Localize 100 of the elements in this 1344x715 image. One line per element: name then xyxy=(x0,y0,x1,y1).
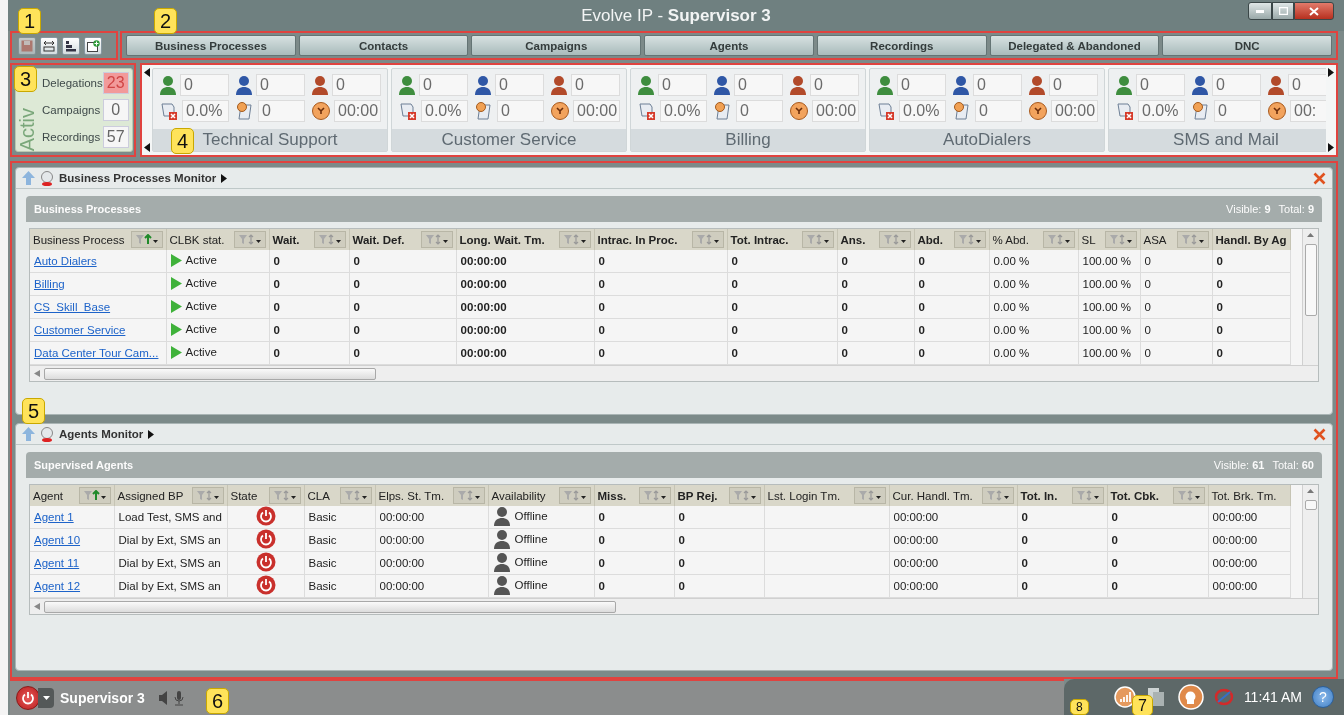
table-cell: 0 xyxy=(1212,341,1290,365)
filter-sort-button[interactable] xyxy=(233,231,266,248)
group-title: Business Processes xyxy=(34,203,142,215)
up-arrow-icon[interactable] xyxy=(22,427,35,441)
active-item-label[interactable]: Campaigns xyxy=(42,104,101,116)
table-cell: Basic xyxy=(304,574,375,598)
up-arrow-icon[interactable] xyxy=(22,171,35,185)
filter-sort-button[interactable] xyxy=(853,487,886,504)
queue-stat: 0 xyxy=(571,74,620,96)
busy-agent-icon xyxy=(1191,75,1209,95)
tab[interactable]: DNC xyxy=(1162,35,1333,56)
filter-sort-button[interactable] xyxy=(981,487,1014,504)
filter-sort-button[interactable] xyxy=(452,487,485,504)
toolbar-button[interactable] xyxy=(84,36,102,55)
away-agent-icon xyxy=(1028,75,1046,95)
active-item-label[interactable]: Delegations xyxy=(42,76,103,89)
filter-sort-button[interactable] xyxy=(313,231,346,248)
close-icon[interactable] xyxy=(1313,171,1326,185)
tab[interactable]: Agents xyxy=(644,35,814,56)
callout-badge: 6 xyxy=(206,688,230,714)
dropdown-button[interactable] xyxy=(38,688,54,708)
filter-sort-button[interactable] xyxy=(1042,231,1075,248)
vertical-scrollbar[interactable] xyxy=(1302,229,1318,365)
table-cell: 00:00:00 xyxy=(889,506,1017,529)
microphone-icon[interactable] xyxy=(173,690,184,706)
queue-stat: 0 xyxy=(332,74,381,96)
toolbar-button[interactable] xyxy=(40,36,58,55)
queue-stat: 0 xyxy=(975,100,1022,122)
tab[interactable]: Business Processes xyxy=(126,35,296,56)
table-link[interactable]: Data Center Tour Cam... xyxy=(34,347,159,359)
table-cell: 0 xyxy=(914,272,989,296)
filter-sort-button[interactable] xyxy=(339,487,372,504)
expand-arrow-icon[interactable] xyxy=(221,173,228,183)
close-button[interactable] xyxy=(1294,2,1334,20)
filter-sort-button[interactable] xyxy=(558,487,591,504)
horizontal-scrollbar[interactable] xyxy=(30,598,1318,614)
scroll-left-icon[interactable] xyxy=(144,143,150,152)
scroll-thumb[interactable] xyxy=(44,367,376,380)
scroll-thumb[interactable] xyxy=(1304,244,1317,316)
power-button[interactable] xyxy=(16,686,40,710)
scroll-thumb[interactable] xyxy=(1304,500,1317,510)
maximize-button[interactable] xyxy=(1272,2,1294,20)
tab[interactable]: Recordings xyxy=(816,35,987,56)
active-label: Activ xyxy=(16,107,39,151)
table-cell: 0.00 % xyxy=(989,250,1078,273)
active-item-label[interactable]: Recordings xyxy=(42,131,101,144)
filter-sort-button[interactable] xyxy=(1176,231,1209,248)
blocked-icon[interactable] xyxy=(1213,688,1234,706)
table-link[interactable]: Agent 11 xyxy=(34,557,80,569)
queue-name: SMS and Mail xyxy=(1109,129,1326,151)
table-cell: 0 xyxy=(1212,250,1290,273)
minimize-button[interactable] xyxy=(1248,2,1272,20)
table-link[interactable]: CS_Skill_Base xyxy=(34,301,111,313)
table-cell: 00:00:00 xyxy=(456,318,594,342)
table-link[interactable]: Customer Service xyxy=(34,324,126,336)
scroll-left-icon[interactable] xyxy=(144,68,150,77)
table-link[interactable]: Agent 12 xyxy=(34,580,81,592)
expand-arrow-icon[interactable] xyxy=(148,429,155,439)
table-cell: 0 xyxy=(1140,272,1212,296)
table-cell: 0 xyxy=(837,272,914,296)
close-icon[interactable] xyxy=(1313,427,1326,441)
filter-sort-button[interactable] xyxy=(801,231,834,248)
table-cell: 0 xyxy=(594,341,727,365)
table-cell: 0 xyxy=(1107,528,1208,552)
total-count: Total: 9 xyxy=(1278,203,1314,215)
table-link[interactable]: Agent 1 xyxy=(34,511,74,523)
filter-sort-button[interactable] xyxy=(691,231,724,248)
table-cell: 00:00:00 xyxy=(375,574,488,598)
filter-sort-button[interactable] xyxy=(1071,487,1104,504)
filter-sort-button[interactable] xyxy=(191,487,224,504)
tab[interactable]: Delegated & Abandoned xyxy=(989,35,1160,56)
table-link[interactable]: Billing xyxy=(34,278,65,290)
table-cell: 0 xyxy=(594,506,674,529)
filter-sort-button[interactable] xyxy=(953,231,986,248)
scroll-right-icon[interactable] xyxy=(1328,143,1334,152)
filter-sort-button[interactable] xyxy=(728,487,761,504)
vertical-scrollbar[interactable] xyxy=(1302,485,1318,598)
table-link[interactable]: Auto Dialers xyxy=(34,255,97,267)
filter-sort-button[interactable] xyxy=(130,231,163,248)
monitor-title: Business Processes Monitor xyxy=(59,172,217,184)
table-link[interactable]: Agent 10 xyxy=(34,534,81,546)
bars-icon xyxy=(65,39,77,52)
filter-sort-button[interactable] xyxy=(638,487,671,504)
filter-sort-button[interactable] xyxy=(268,487,301,504)
callback-icon xyxy=(1191,101,1211,121)
toolbar-button[interactable] xyxy=(62,36,80,55)
scroll-thumb[interactable] xyxy=(44,600,616,613)
filter-sort-button[interactable] xyxy=(878,231,911,248)
tab[interactable]: Campaigns xyxy=(471,35,642,56)
filter-sort-button[interactable] xyxy=(78,487,111,504)
filter-sort-button[interactable] xyxy=(558,231,591,248)
filter-sort-button[interactable] xyxy=(420,231,453,248)
profile-icon[interactable] xyxy=(1177,684,1204,710)
horizontal-scrollbar[interactable] xyxy=(30,365,1318,381)
column-header[interactable]: SL xyxy=(1081,233,1096,246)
scroll-right-icon[interactable] xyxy=(1328,68,1334,77)
filter-sort-button[interactable] xyxy=(1104,231,1137,248)
tab[interactable]: Contacts xyxy=(298,35,469,56)
speaker-icon[interactable] xyxy=(158,691,168,705)
filter-sort-button[interactable] xyxy=(1172,487,1205,504)
